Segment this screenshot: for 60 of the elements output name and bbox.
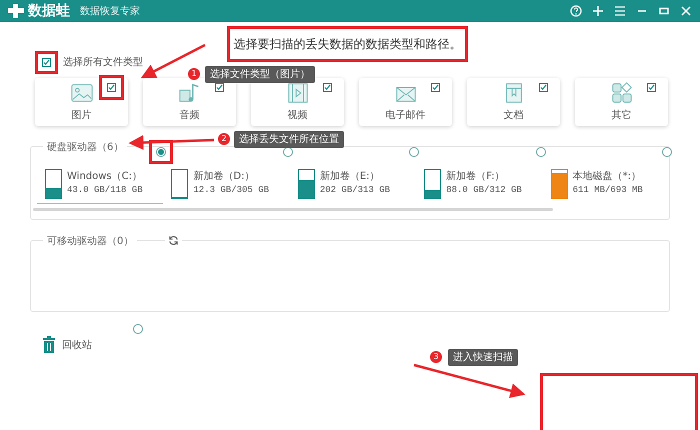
drive-name: Windows（C:） (67, 170, 143, 184)
drive-name: 本地磁盘（*:） (572, 170, 642, 184)
callout-tooltip: 选择文件类型（图片） (205, 66, 315, 83)
drive-usage: 12.3 GB/305 GB (193, 184, 270, 197)
app-name: 数据蛙 (28, 2, 70, 20)
callout-tooltip: 进入快速扫描 (448, 349, 518, 366)
radio-button[interactable] (282, 147, 293, 157)
trash-icon (42, 336, 56, 353)
video-icon (286, 81, 310, 105)
checkbox[interactable] (215, 83, 224, 92)
image-icon (70, 81, 94, 105)
maximize-icon[interactable] (658, 5, 670, 17)
select-all-label: 选择所有文件类型 (63, 56, 143, 70)
app-subtitle: 数据恢复专家 (80, 4, 140, 18)
recycle-bin-item[interactable]: 回收站 (42, 324, 162, 353)
recycle-bin-label: 回收站 (62, 338, 92, 353)
step-number: 2 (218, 133, 230, 145)
drive-usage: 611 MB/693 MB (572, 184, 643, 197)
drive-name: 新加卷（E:） (320, 170, 380, 184)
close-icon[interactable] (680, 5, 692, 17)
file-type-card[interactable]: 其它 (575, 78, 668, 126)
radio-button[interactable] (536, 147, 546, 157)
arrow (140, 44, 206, 78)
section-title: 硬盘驱动器（6） (43, 140, 128, 155)
drive-usage: 88.0 GB/312 GB (446, 184, 522, 197)
help-icon[interactable] (570, 5, 582, 17)
step-number: 1 (188, 68, 200, 80)
add-icon[interactable] (592, 5, 604, 17)
file-type-card[interactable]: 图片 (35, 78, 128, 126)
radio-button[interactable] (662, 147, 672, 157)
highlight-frame (149, 140, 174, 164)
drive-item[interactable]: 新加卷（F:） 88.0 GB/312 GB (416, 147, 543, 204)
checkbox[interactable] (42, 58, 51, 67)
checkbox[interactable] (647, 83, 656, 92)
menu-icon[interactable] (614, 5, 626, 17)
logo-icon (8, 4, 24, 18)
highlight-frame (35, 51, 58, 74)
checkbox[interactable] (107, 83, 116, 92)
audio-icon (178, 81, 202, 105)
checkbox[interactable] (539, 83, 548, 92)
radio-button[interactable] (133, 324, 143, 334)
file-type-card[interactable]: 电子邮件 (359, 78, 452, 126)
step-number: 3 (430, 351, 442, 363)
drive-name: 新加卷（D:） (193, 170, 256, 184)
radio-button[interactable] (156, 147, 166, 157)
headline-text: 选择要扫描的丢失数据的数据类型和路径。 (227, 26, 468, 62)
section-title: 可移动驱动器（0） (43, 234, 138, 249)
file-type-card[interactable]: 音频 (143, 78, 236, 126)
callout-tooltip: 选择丢失文件所在位置 (234, 131, 344, 148)
other-icon (610, 81, 634, 105)
drive-usage: 202 GB/313 GB (320, 184, 390, 197)
radio-button[interactable] (409, 147, 420, 157)
file-type-card[interactable]: 文档 (467, 78, 560, 126)
file-type-card[interactable]: 视频 (251, 78, 344, 126)
drive-item[interactable]: 本地磁盘（*:） 611 MB/693 MB (542, 147, 670, 204)
checkbox[interactable] (431, 83, 440, 92)
highlight-frame (99, 75, 124, 100)
drive-name: 新加卷（F:） (446, 170, 506, 184)
checkbox[interactable] (323, 83, 332, 92)
drive-usage: 43.0 GB/118 GB (67, 184, 143, 197)
